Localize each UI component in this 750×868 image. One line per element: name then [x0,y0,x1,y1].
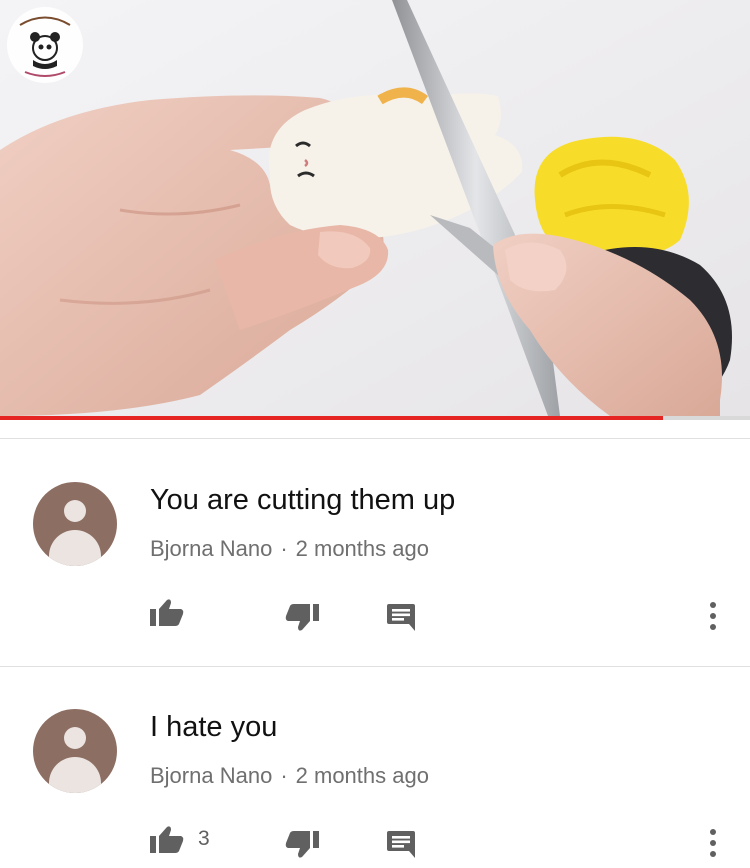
video-progress-bar[interactable] [0,416,750,420]
comment-meta: Bjorna Nano · 2 months ago [150,536,429,562]
comment-time: 2 months ago [295,763,429,788]
dislike-button[interactable] [285,604,319,632]
comment: I hate you Bjorna Nano · 2 months ago 3 [0,667,750,868]
dislike-button[interactable] [285,831,319,859]
reply-icon [387,604,415,631]
like-button[interactable]: 3 [150,825,210,853]
avatar-body [49,530,101,566]
like-count: 3 [198,827,210,850]
thumb-up-icon [150,826,184,853]
avatar[interactable] [33,709,117,793]
comment-text: You are cutting them up [150,484,456,516]
meta-separator: · [280,763,288,788]
reply-button[interactable] [386,602,416,632]
comment-author[interactable]: Bjorna Nano [150,763,272,788]
more-vert-icon [710,829,716,857]
video-frame [0,0,750,416]
video-progress-fill [0,416,663,420]
meta-separator: · [280,536,288,561]
comment-meta: Bjorna Nano · 2 months ago [150,763,429,789]
comment: You are cutting them up Bjorna Nano · 2 mo… [0,440,750,666]
divider [0,438,750,439]
avatar-body [49,757,101,793]
avatar-head [64,727,86,749]
avatar-head [64,500,86,522]
avatar[interactable] [33,482,117,566]
like-button[interactable] [150,598,198,626]
thumb-up-icon [150,599,184,626]
video-player[interactable] [0,0,750,416]
comment-author[interactable]: Bjorna Nano [150,536,272,561]
more-vert-icon [710,602,716,630]
comment-time: 2 months ago [295,536,429,561]
more-options-button[interactable] [700,827,726,859]
panda-logo[interactable] [7,7,83,83]
reply-button[interactable] [386,829,416,859]
more-options-button[interactable] [700,600,726,632]
thumb-down-icon [285,831,319,858]
comment-text: I hate you [150,711,278,743]
screen: You are cutting them up Bjorna Nano · 2 mo… [0,0,750,868]
reply-icon [387,831,415,858]
thumb-down-icon [285,604,319,631]
